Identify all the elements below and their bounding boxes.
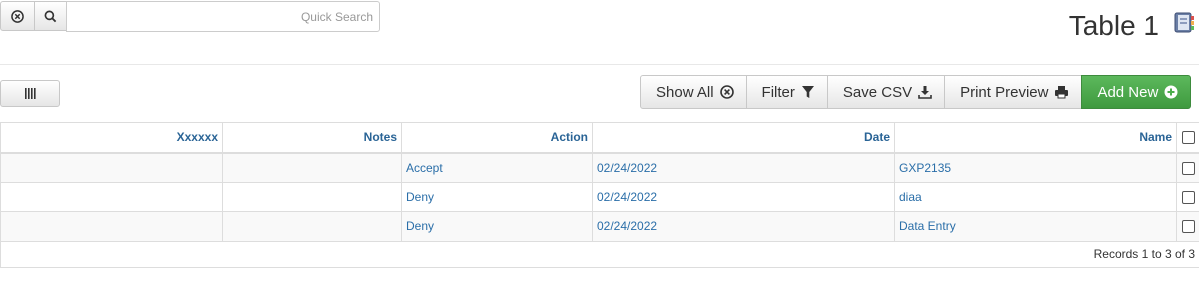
row-checkbox[interactable] (1181, 220, 1195, 234)
cell-action[interactable]: Deny (401, 211, 593, 242)
header-divider (0, 64, 1199, 65)
cell-name[interactable]: GXP2135 (894, 152, 1177, 183)
plus-circle-icon (1164, 85, 1178, 99)
column-header-action[interactable]: Action (401, 122, 593, 154)
cell-notes (222, 211, 402, 242)
add-new-label: Add New (1097, 83, 1159, 101)
table-header-row: Xxxxxx Notes Action Date Name (0, 122, 1199, 154)
print-preview-label: Print Preview (960, 83, 1049, 101)
download-icon (918, 86, 932, 99)
table-row[interactable]: Deny 02/24/2022 diaa (0, 181, 1199, 212)
save-csv-button[interactable]: Save CSV (826, 75, 946, 109)
column-header-name[interactable]: Name (894, 122, 1177, 154)
cell-date[interactable]: 02/24/2022 (592, 211, 895, 242)
show-all-button[interactable]: Show All (640, 75, 747, 109)
filter-button[interactable]: Filter (745, 75, 828, 109)
table-row[interactable]: Deny 02/24/2022 Data Entry (0, 211, 1199, 242)
records-count: Records 1 to 3 of 3 (0, 240, 1199, 268)
filter-label: Filter (761, 83, 795, 101)
row-select-cell (1176, 152, 1199, 183)
cell-date[interactable]: 02/24/2022 (592, 181, 895, 212)
row-checkbox[interactable] (1181, 190, 1195, 204)
column-header-date[interactable]: Date (592, 122, 895, 154)
column-chooser-button[interactable] (0, 80, 60, 107)
column-header-xxxxxx[interactable]: Xxxxxx (0, 122, 223, 154)
show-all-label: Show All (656, 83, 714, 101)
clear-search-button[interactable] (0, 1, 35, 31)
address-book-icon[interactable] (1173, 12, 1195, 34)
cell-name[interactable]: diaa (894, 181, 1177, 212)
cell-xxxxxx (0, 211, 223, 242)
clear-circle-icon (11, 9, 24, 23)
cell-xxxxxx (0, 181, 223, 212)
add-new-button[interactable]: Add New (1081, 75, 1192, 109)
cell-action[interactable]: Deny (401, 181, 593, 212)
search-button[interactable] (34, 1, 67, 31)
column-header-notes[interactable]: Notes (222, 122, 402, 154)
quick-search-input[interactable] (66, 1, 380, 32)
cell-action[interactable]: Accept (401, 152, 593, 183)
search-icon (44, 10, 57, 22)
table-footer-row: Records 1 to 3 of 3 (0, 240, 1199, 268)
page-title: Table 1 (1068, 10, 1159, 41)
cell-name[interactable]: Data Entry (894, 211, 1177, 242)
table-row[interactable]: Accept 02/24/2022 GXP2135 (0, 152, 1199, 183)
cell-date[interactable]: 02/24/2022 (592, 152, 895, 183)
filter-icon (801, 86, 814, 98)
columns-icon (25, 88, 36, 99)
records-table: Xxxxxx Notes Action Date Name Accept 02/… (0, 122, 1199, 268)
row-select-cell (1176, 211, 1199, 242)
action-toolbar: Show All Filter Save CSV Print Preview A… (640, 75, 1192, 109)
save-csv-label: Save CSV (842, 83, 913, 101)
clear-circle-icon (719, 85, 734, 99)
printer-icon (1055, 86, 1069, 99)
cell-xxxxxx (0, 152, 223, 183)
row-checkbox[interactable] (1181, 161, 1195, 175)
select-all-checkbox[interactable] (1181, 131, 1195, 145)
row-select-cell (1176, 181, 1199, 212)
select-all-cell (1176, 122, 1199, 154)
cell-notes (222, 152, 402, 183)
print-preview-button[interactable]: Print Preview (944, 75, 1083, 109)
cell-notes (222, 181, 402, 212)
